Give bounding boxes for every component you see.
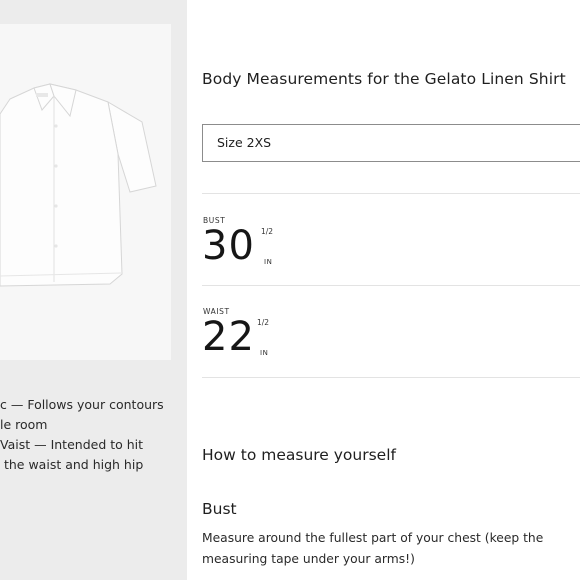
measurement-value: 30 xyxy=(202,223,255,269)
measurement-fraction: 1/2 xyxy=(257,318,270,327)
size-select[interactable]: Size 2XS xyxy=(202,124,580,162)
fit-notes: c — Follows your contours le room Vaist … xyxy=(0,395,187,475)
measurements-panel: Body Measurements for the Gelato Linen S… xyxy=(187,0,580,580)
measurement-fraction: 1/2 xyxy=(261,227,274,236)
measurement-unit: IN xyxy=(260,349,269,357)
divider xyxy=(202,377,580,378)
fit-note: le room xyxy=(0,417,48,432)
product-image xyxy=(0,24,171,360)
how-to-measure-heading: How to measure yourself xyxy=(202,446,396,464)
fit-note: the waist and high hip xyxy=(0,457,144,472)
bust-heading: Bust xyxy=(202,500,237,518)
measurement-unit: IN xyxy=(264,258,273,266)
measurement-value: 22 xyxy=(202,314,255,360)
waist-measurement: WAIST 22 1/2 IN xyxy=(202,307,322,367)
bust-instructions: Measure around the fullest part of your … xyxy=(202,531,544,566)
page-title: Body Measurements for the Gelato Linen S… xyxy=(202,70,566,88)
divider xyxy=(202,193,580,194)
fit-note: c — Follows your contours xyxy=(0,397,164,412)
product-panel: c — Follows your contours le room Vaist … xyxy=(0,0,187,580)
shirt-illustration xyxy=(0,83,157,287)
divider xyxy=(202,285,580,286)
fit-note: Vaist — Intended to hit xyxy=(0,437,144,452)
bust-measurement: BUST 30 1/2 IN xyxy=(202,216,322,276)
